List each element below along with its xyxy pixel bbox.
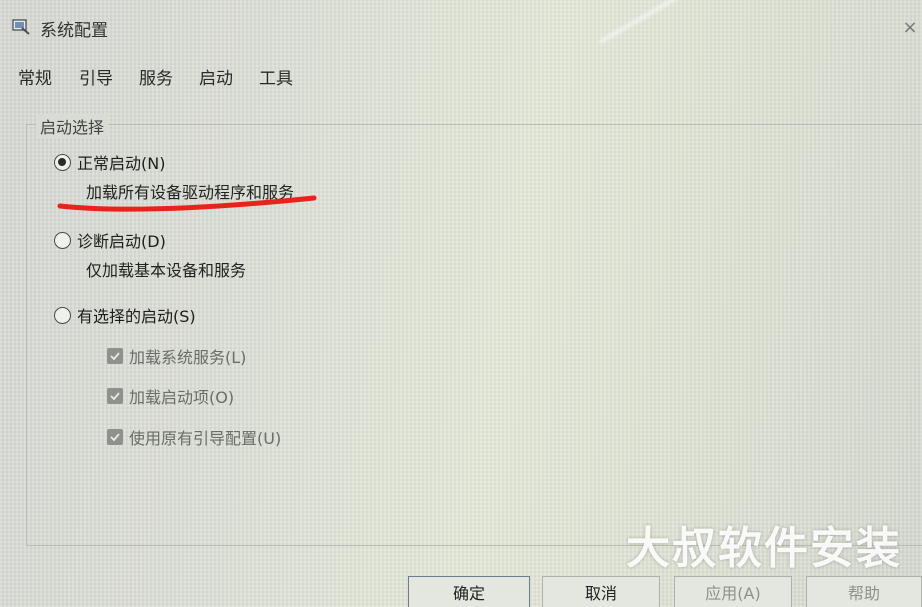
checkbox-use-original-boot-config[interactable]: 使用原有引导配置(U)	[107, 425, 281, 449]
tab-tools[interactable]: 工具	[259, 64, 293, 89]
ok-button[interactable]: 确定	[408, 576, 530, 607]
radio-label: 正常启动(N)	[77, 154, 166, 173]
close-icon[interactable]: ×	[900, 18, 920, 38]
tab-services[interactable]: 服务	[139, 64, 173, 89]
tab-boot[interactable]: 引导	[79, 64, 113, 89]
radio-button[interactable]	[54, 306, 71, 324]
tab-startup[interactable]: 启动	[199, 64, 233, 89]
radio-normal-startup[interactable]: 正常启动(N)	[54, 150, 165, 174]
checkbox-checked-icon[interactable]	[107, 429, 123, 445]
tab-general[interactable]: 常规	[18, 64, 52, 89]
checkbox-label: 加载系统服务(L)	[129, 348, 247, 367]
apply-button[interactable]: 应用(A)	[674, 576, 792, 607]
checkbox-label: 加载启动项(O)	[129, 388, 235, 407]
checkbox-load-system-services[interactable]: 加载系统服务(L)	[107, 344, 246, 368]
help-button[interactable]: 帮助	[806, 576, 922, 607]
group-legend: 启动选择	[36, 114, 109, 138]
radio-button[interactable]	[54, 231, 71, 249]
checkbox-checked-icon[interactable]	[107, 388, 123, 404]
radio-button-checked[interactable]	[54, 153, 71, 171]
cancel-button[interactable]: 取消	[542, 576, 660, 607]
radio-label: 有选择的启动(S)	[77, 307, 196, 326]
checkbox-load-startup-items[interactable]: 加载启动项(O)	[107, 384, 234, 408]
system-config-icon	[12, 19, 30, 35]
diagnostic-startup-description: 仅加载基本设备和服务	[86, 261, 247, 280]
checkbox-checked-icon[interactable]	[107, 348, 123, 364]
checkbox-label: 使用原有引导配置(U)	[129, 429, 282, 448]
normal-startup-description: 加载所有设备驱动程序和服务	[86, 183, 295, 202]
window-title: 系统配置	[40, 21, 108, 41]
radio-diagnostic-startup[interactable]: 诊断启动(D)	[54, 228, 166, 252]
radio-selective-startup[interactable]: 有选择的启动(S)	[54, 303, 196, 327]
title-bar: 系统配置 ×	[0, 0, 922, 56]
radio-label: 诊断启动(D)	[77, 232, 166, 251]
watermark-text: 大叔软件安装	[626, 523, 902, 574]
